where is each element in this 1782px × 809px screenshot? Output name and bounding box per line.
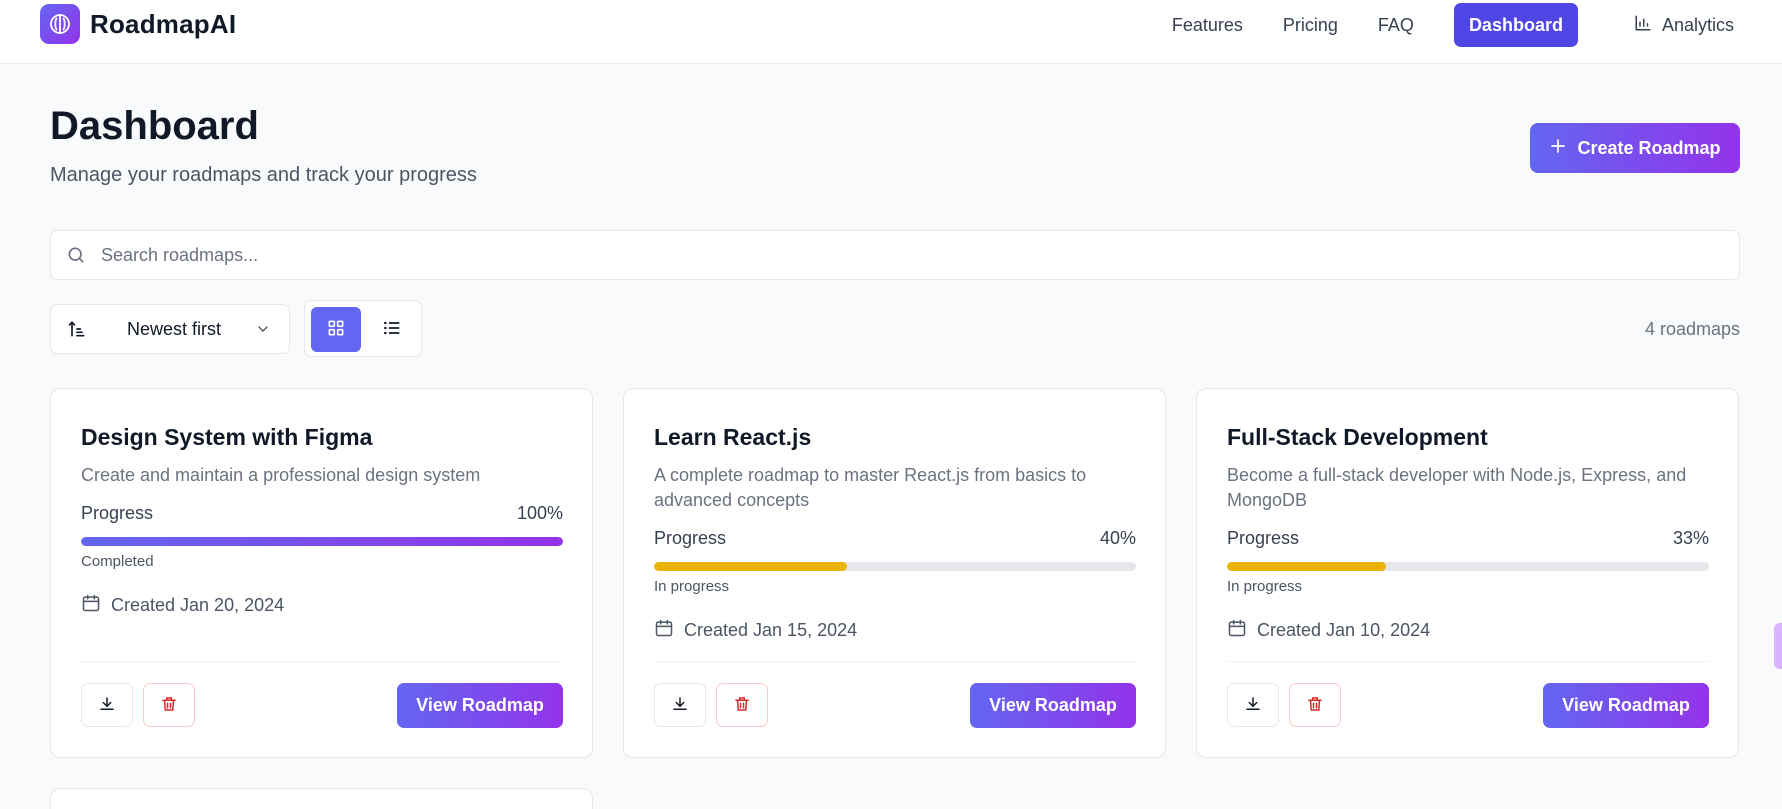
status-text: In progress (1227, 578, 1303, 595)
card-title: Design System with Figma (81, 424, 373, 450)
create-roadmap-label: Create Roadmap (1577, 137, 1721, 158)
nav-dashboard-link[interactable]: Dashboard (1453, 3, 1578, 47)
download-icon (671, 695, 689, 716)
search-icon (65, 244, 87, 266)
bar-chart-icon (1634, 14, 1652, 37)
delete-button[interactable] (716, 683, 768, 727)
brand-logo-link[interactable]: RoadmapAI (40, 4, 236, 44)
floating-side-tab[interactable] (1774, 623, 1782, 669)
view-roadmap-button[interactable]: View Roadmap (1543, 683, 1709, 728)
grid-icon (326, 318, 346, 341)
roadmap-card: Full-Stack Development Become a full-sta… (1196, 388, 1739, 758)
search-box (50, 230, 1740, 280)
progress-percent: 33% (1672, 528, 1709, 548)
plus-icon (1549, 137, 1567, 160)
progress-label: Progress (1227, 528, 1300, 548)
roadmap-count: 4 roadmaps (1644, 319, 1740, 339)
progress-bar (654, 562, 1136, 571)
trash-icon (160, 695, 178, 716)
progress-section: Progress 40% In progress (654, 528, 1136, 595)
calendar-icon (81, 593, 101, 618)
card-description: Become a full-stack developer with Node.… (1227, 465, 1687, 510)
progress-fill (654, 562, 847, 571)
card-title: Full-Stack Development (1227, 424, 1488, 450)
grid-view-button[interactable] (311, 307, 361, 352)
progress-section: Progress 100% Completed (81, 503, 563, 570)
download-button[interactable] (1227, 683, 1279, 727)
created-date: Created Jan 10, 2024 (1227, 618, 1430, 643)
view-roadmap-button[interactable]: View Roadmap (970, 683, 1136, 728)
top-navbar: RoadmapAI Features Pricing FAQ Dashboard… (0, 0, 1782, 64)
roadmap-card: Design System with Figma Create and main… (50, 388, 593, 758)
list-view-button[interactable] (367, 307, 417, 352)
delete-button[interactable] (1289, 683, 1341, 727)
progress-fill (1227, 562, 1387, 571)
status-text: Completed (81, 553, 154, 570)
delete-button[interactable] (143, 683, 195, 727)
view-mode-toggle (304, 300, 422, 357)
progress-bar (1227, 562, 1709, 571)
calendar-icon (1227, 618, 1247, 643)
calendar-icon (654, 618, 674, 643)
card-title: Learn React.js (654, 424, 812, 450)
progress-label: Progress (81, 503, 154, 523)
progress-percent: 40% (1099, 528, 1136, 548)
nav-features-link[interactable]: Features (1172, 3, 1243, 47)
created-date: Created Jan 20, 2024 (81, 593, 284, 618)
sort-select[interactable]: Newest first (50, 304, 290, 354)
card-description: A complete roadmap to master React.js fr… (654, 465, 1087, 510)
create-roadmap-button[interactable]: Create Roadmap (1530, 123, 1740, 173)
download-button[interactable] (654, 683, 706, 727)
trash-icon (1306, 695, 1324, 716)
chevron-down-icon (255, 321, 271, 337)
status-text: In progress (654, 578, 730, 595)
created-date-text: Created Jan 20, 2024 (111, 595, 285, 615)
progress-bar (81, 537, 563, 546)
progress-percent: 100% (516, 503, 563, 523)
nav-pricing-link[interactable]: Pricing (1283, 3, 1338, 47)
brand-name: RoadmapAI (90, 8, 237, 39)
trash-icon (733, 695, 751, 716)
progress-label: Progress (654, 528, 727, 548)
roadmap-card (50, 788, 593, 809)
nav-analytics-link[interactable]: Analytics (1634, 3, 1734, 47)
created-date: Created Jan 15, 2024 (654, 618, 857, 643)
sort-selected-value: Newest first (127, 318, 222, 339)
nav-faq-link[interactable]: FAQ (1378, 3, 1414, 47)
download-icon (98, 695, 116, 716)
page-title: Dashboard (50, 104, 259, 148)
page-subtitle: Manage your roadmaps and track your prog… (50, 164, 477, 186)
created-date-text: Created Jan 15, 2024 (684, 620, 858, 640)
card-divider (1227, 661, 1709, 662)
brain-logo-icon (40, 4, 80, 44)
card-divider (654, 661, 1136, 662)
progress-section: Progress 33% In progress (1227, 528, 1709, 595)
main-nav: Features Pricing FAQ Dashboard Analytics (1132, 3, 1734, 47)
roadmap-card: Learn React.js A complete roadmap to mas… (623, 388, 1166, 758)
download-button[interactable] (81, 683, 133, 727)
view-roadmap-button[interactable]: View Roadmap (397, 683, 563, 728)
created-date-text: Created Jan 10, 2024 (1257, 620, 1431, 640)
download-icon (1244, 695, 1262, 716)
card-divider (81, 661, 563, 662)
sort-ascending-icon (67, 319, 87, 339)
list-icon (382, 318, 402, 341)
progress-fill (81, 537, 563, 546)
card-description: Create and maintain a professional desig… (81, 465, 481, 485)
nav-analytics-label: Analytics (1661, 14, 1734, 35)
search-input[interactable] (101, 244, 1701, 266)
